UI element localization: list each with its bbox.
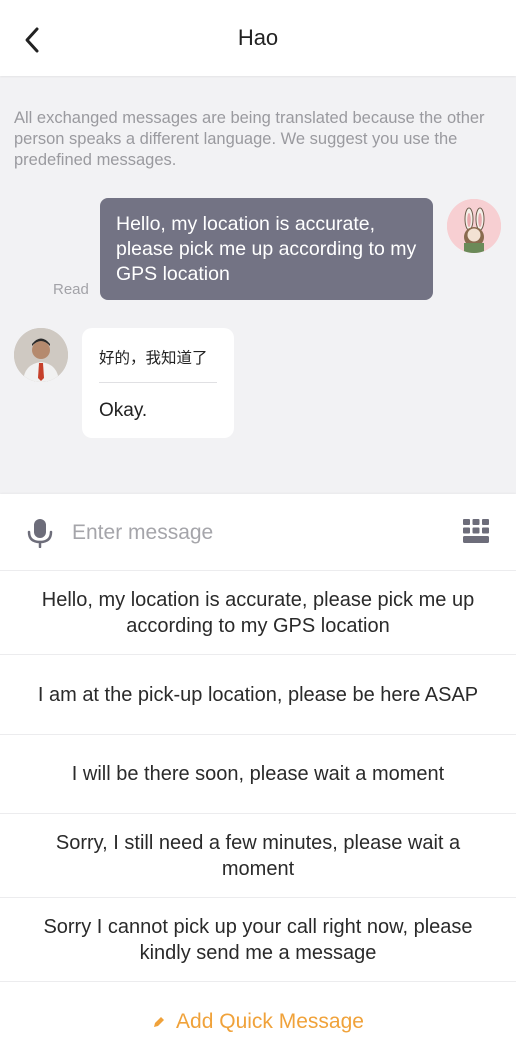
keyboard-toggle-button[interactable] bbox=[462, 518, 490, 544]
add-quick-message-label: Add Quick Message bbox=[176, 1010, 364, 1033]
person-avatar-icon bbox=[14, 328, 68, 382]
chat-area: All exchanged messages are being transla… bbox=[0, 76, 516, 494]
page-title: Hao bbox=[237, 25, 279, 50]
message-input[interactable] bbox=[72, 514, 432, 552]
quick-message-item[interactable]: Hello, my location is accurate, please p… bbox=[0, 571, 516, 655]
pencil-icon bbox=[154, 1017, 165, 1027]
original-message-text: 好的，我知道了 bbox=[99, 350, 208, 367]
message-input-bar bbox=[0, 494, 516, 571]
translation-notice: All exchanged messages are being transla… bbox=[14, 109, 485, 169]
microphone-icon bbox=[27, 519, 53, 549]
keyboard-icon bbox=[463, 519, 489, 543]
chat-header: Hao bbox=[0, 0, 516, 76]
outgoing-message-bubble[interactable]: Hello, my location is accurate, please p… bbox=[100, 198, 433, 300]
translated-message-text: Okay. bbox=[99, 400, 148, 421]
my-avatar[interactable] bbox=[447, 199, 501, 253]
bunny-avatar-icon bbox=[447, 199, 501, 253]
add-quick-message-button[interactable]: Add Quick Message bbox=[0, 1008, 516, 1048]
quick-message-item[interactable]: I will be there soon, please wait a mome… bbox=[0, 735, 516, 814]
translation-divider bbox=[99, 382, 217, 383]
read-status: Read bbox=[53, 281, 89, 298]
quick-message-item[interactable]: I am at the pick-up location, please be … bbox=[0, 655, 516, 735]
voice-input-button[interactable] bbox=[26, 518, 54, 549]
quick-message-item[interactable]: Sorry, I still need a few minutes, pleas… bbox=[0, 814, 516, 898]
contact-avatar[interactable] bbox=[14, 328, 68, 382]
quick-message-item[interactable]: Sorry I cannot pick up your call right n… bbox=[0, 898, 516, 982]
back-button[interactable] bbox=[14, 22, 50, 58]
chevron-left-icon bbox=[25, 27, 39, 53]
incoming-message-bubble[interactable]: 好的，我知道了 Okay. bbox=[82, 328, 234, 438]
outgoing-message-text: Hello, my location is accurate, please p… bbox=[116, 213, 417, 285]
